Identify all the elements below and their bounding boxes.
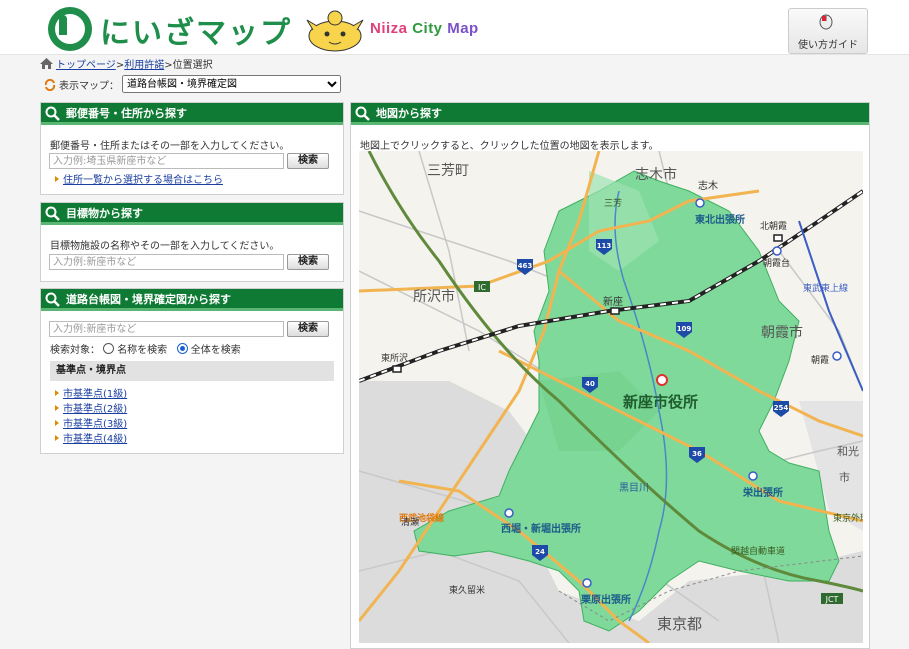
radio-name-search[interactable] [103,343,115,354]
svg-text:24: 24 [535,548,545,556]
svg-text:JCT: JCT [825,595,839,604]
breadcrumb-current: 位置選択 [172,60,213,71]
svg-text:朝霞: 朝霞 [811,355,829,366]
address-search-button[interactable]: 検索 [287,153,329,169]
svg-text:254: 254 [774,404,789,412]
city-logo-icon[interactable] [48,7,92,51]
benchmark-section-title: 基準点・境界点 [50,361,334,381]
svg-text:市: 市 [839,470,850,484]
svg-text:三芳: 三芳 [604,197,622,209]
benchmark-link-1[interactable]: 市基準点(1級) [55,385,127,400]
svg-text:志木: 志木 [698,179,718,192]
search-icon [45,206,60,221]
map-type-select[interactable]: 道路台帳図・境界確定図 [122,75,341,93]
usage-guide-button[interactable]: 使い方ガイド [788,8,868,54]
svg-text:和光: 和光 [837,444,859,458]
svg-text:栗原出張所: 栗原出張所 [581,593,631,606]
svg-text:黒目川: 黒目川 [619,482,649,494]
address-search-input[interactable]: 入力例:埼玉県新座市など [49,153,284,169]
road-search-input[interactable]: 入力例:新座市など [49,321,284,337]
panel-header: 道路台帳図・境界確定図から探す [41,289,343,311]
radio-all-search[interactable] [176,343,188,354]
niiza-city-map-title: Niiza City Map [370,20,479,37]
svg-text:栄出張所: 栄出張所 [742,486,783,499]
landmark-search-button[interactable]: 検索 [287,254,329,270]
svg-text:113: 113 [597,242,612,250]
mouse-icon [819,14,833,30]
benchmark-link-2[interactable]: 市基準点(2級) [55,400,127,415]
svg-text:清瀬: 清瀬 [401,516,419,528]
svg-text:109: 109 [677,325,692,333]
svg-text:朝霞台: 朝霞台 [763,257,790,269]
map-search-description: 地図上でクリックすると、クリックした位置の地図を表示します。 [360,141,659,152]
svg-text:新座市役所: 新座市役所 [623,393,698,411]
arrow-icon [55,435,59,441]
svg-text:40: 40 [585,380,595,388]
search-icon [355,106,370,121]
city-overview-map[interactable]: 463 113 109 40 254 36 24 IC JCT 三芳町 志木市 … [359,151,863,643]
svg-text:東北出張所: 東北出張所 [695,213,745,226]
home-icon [40,58,53,69]
svg-text:所沢市: 所沢市 [413,288,455,305]
svg-text:志木市: 志木市 [635,166,677,183]
landmark-search-input[interactable]: 入力例:新座市など [49,254,284,270]
search-target-row: 検索対象： 名称を検索 全体を検索 [50,343,241,356]
road-ledger-search-panel: 道路台帳図・境界確定図から探す 入力例:新座市など 検索 検索対象： 名称を検索… [40,288,344,454]
breadcrumb: トップページ>利用許諾>位置選択 [40,56,213,71]
arrow-icon [55,405,59,411]
address-list-link[interactable]: 住所一覧から選択する場合はこちら [55,171,223,186]
svg-text:36: 36 [692,450,702,458]
svg-text:北朝霞: 北朝霞 [760,221,787,232]
breadcrumb-terms-link[interactable]: 利用許諾 [124,60,164,71]
svg-text:朝霞市: 朝霞市 [761,324,803,341]
svg-text:東京都: 東京都 [657,615,702,633]
arrow-icon [55,420,59,426]
svg-text:東京外環: 東京外環 [833,512,863,524]
arrow-icon [55,390,59,396]
arrow-icon [55,176,59,182]
panel-header: 目標物から探す [41,203,343,225]
svg-text:新座: 新座 [603,295,623,308]
postal-description: 郵便番号・住所またはその一部を入力してください。 [50,141,290,152]
search-icon [45,292,60,307]
map-selector: 表示マップ： 道路台帳図・境界確定図 [44,75,341,93]
svg-text:IC: IC [478,283,486,292]
map-canvas[interactable]: 463 113 109 40 254 36 24 IC JCT 三芳町 志木市 … [359,151,863,643]
site-header: にいざマップ Niiza City Map 使い方ガイド [0,0,909,55]
landmark-description: 目標物施設の名称やその一部を入力してください。 [50,241,280,252]
panel-header: 郵便番号・住所から探す [41,103,343,125]
benchmark-link-3[interactable]: 市基準点(3級) [55,415,127,430]
search-icon [45,106,60,121]
switch-map-icon [44,79,56,91]
panel-header: 地図から探す [351,103,869,125]
site-logo-text[interactable]: にいざマップ [100,8,292,52]
postal-search-panel: 郵便番号・住所から探す 郵便番号・住所またはその一部を入力してください。 入力例… [40,102,344,195]
svg-text:三芳町: 三芳町 [427,162,469,179]
svg-text:東久留米: 東久留米 [449,584,485,596]
landmark-search-panel: 目標物から探す 目標物施設の名称やその一部を入力してください。 入力例:新座市な… [40,202,344,282]
svg-text:463: 463 [518,262,533,270]
svg-text:東武東上線: 東武東上線 [803,282,848,294]
svg-text:西堀・新堀出張所: 西堀・新堀出張所 [501,522,581,535]
svg-text:関越自動車道: 関越自動車道 [731,545,785,557]
benchmark-link-4[interactable]: 市基準点(4級) [55,430,127,445]
road-search-button[interactable]: 検索 [287,321,329,337]
svg-text:東所沢: 東所沢 [381,352,408,364]
breadcrumb-top-link[interactable]: トップページ [56,60,116,71]
mascot-icon [306,10,364,52]
